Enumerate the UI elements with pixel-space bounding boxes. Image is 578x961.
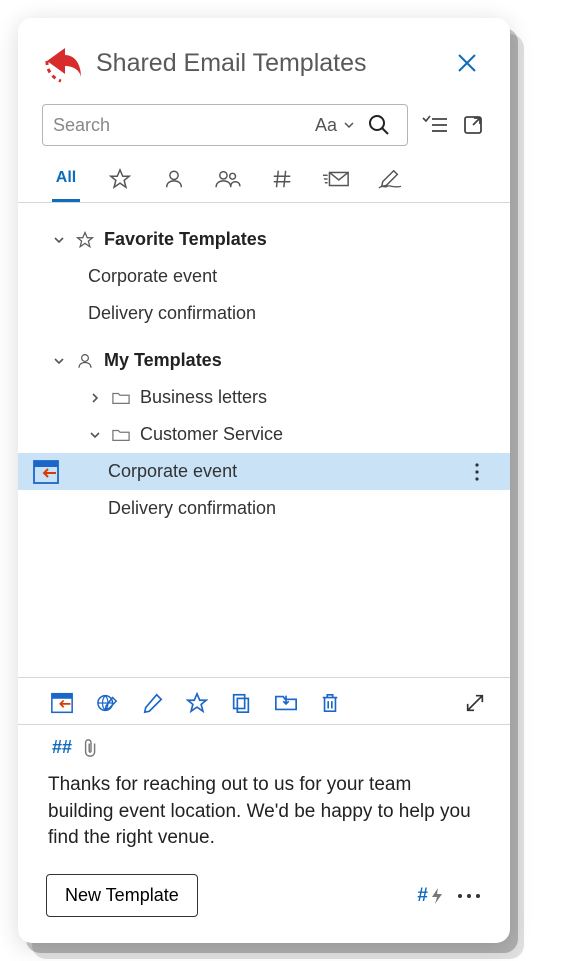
person-icon	[76, 352, 94, 370]
pencil-icon	[142, 692, 164, 714]
person-icon	[163, 168, 185, 190]
hash-icon	[271, 168, 293, 190]
chevron-right-icon	[88, 392, 102, 404]
case-toggle-label: Aa	[315, 115, 337, 136]
folder-row[interactable]: Business letters	[18, 379, 510, 416]
tab-team[interactable]	[214, 168, 242, 202]
search-input[interactable]	[53, 115, 309, 136]
template-item-selected[interactable]: Corporate event	[18, 453, 510, 490]
template-item-label: Delivery confirmation	[108, 498, 276, 519]
panel: Shared Email Templates Aa	[18, 18, 510, 943]
template-item-label: Corporate event	[108, 461, 237, 482]
template-preview-text: Thanks for reaching out to us for your t…	[18, 766, 510, 870]
chevron-down-icon	[52, 355, 66, 367]
chevron-down-icon	[88, 429, 102, 441]
paperclip-icon	[82, 738, 100, 758]
star-icon	[186, 692, 208, 714]
close-button[interactable]	[450, 46, 484, 80]
move-button[interactable]	[274, 692, 298, 714]
tab-favorites[interactable]	[106, 168, 134, 202]
copy-button[interactable]	[230, 692, 252, 714]
more-vertical-icon	[474, 462, 480, 482]
template-meta: ##	[18, 725, 510, 766]
people-icon	[214, 168, 242, 190]
copy-icon	[230, 692, 252, 714]
insert-template-button[interactable]	[50, 692, 74, 714]
search-box: Aa	[42, 104, 408, 146]
edit-html-button[interactable]	[96, 692, 120, 714]
search-row: Aa	[18, 94, 510, 152]
templates-tree: Favorite Templates Corporate event Deliv…	[18, 203, 510, 673]
tab-signatures[interactable]	[376, 168, 404, 202]
header: Shared Email Templates	[18, 18, 510, 94]
favorite-item-label: Delivery confirmation	[88, 303, 256, 324]
new-template-button[interactable]: New Template	[46, 874, 198, 917]
favorite-item[interactable]: Delivery confirmation	[18, 295, 510, 332]
attachment-indicator[interactable]	[82, 738, 100, 758]
filter-tabs: All	[18, 152, 510, 203]
app-title: Shared Email Templates	[96, 49, 450, 78]
template-item[interactable]: Delivery confirmation	[18, 490, 510, 527]
popout-icon	[462, 114, 484, 136]
insert-icon	[32, 459, 60, 485]
folder-icon	[112, 390, 130, 406]
folder-icon	[112, 427, 130, 443]
edit-button[interactable]	[142, 692, 164, 714]
checklist-icon	[422, 114, 448, 136]
tab-all[interactable]: All	[52, 169, 80, 202]
search-button[interactable]	[361, 113, 397, 137]
delete-button[interactable]	[320, 692, 340, 714]
star-icon	[109, 168, 131, 190]
star-icon	[76, 231, 94, 249]
item-more-button[interactable]	[474, 462, 490, 482]
favorite-item-label: Corporate event	[88, 266, 217, 287]
mail-icon	[322, 168, 350, 190]
search-icon	[367, 113, 391, 137]
move-to-folder-icon	[274, 692, 298, 714]
folder-label: Customer Service	[140, 424, 283, 445]
hash-indicator[interactable]: ##	[52, 737, 72, 758]
tab-personal[interactable]	[160, 168, 188, 202]
trash-icon	[320, 692, 340, 714]
my-templates-header[interactable]: My Templates	[18, 342, 510, 379]
case-toggle[interactable]: Aa	[309, 115, 361, 136]
chevron-down-icon	[52, 234, 66, 246]
favorites-header[interactable]: Favorite Templates	[18, 221, 510, 258]
globe-edit-icon	[96, 692, 120, 714]
chevron-down-icon	[343, 119, 355, 131]
tab-shortcuts[interactable]	[268, 168, 296, 202]
my-templates-title: My Templates	[104, 350, 222, 371]
bolt-icon	[430, 887, 444, 905]
folder-label: Business letters	[140, 387, 267, 408]
favorite-button[interactable]	[186, 692, 208, 714]
quick-shortcut-button[interactable]: #	[417, 885, 444, 907]
my-templates-section: My Templates Business letters Customer S…	[18, 338, 510, 533]
expand-icon	[464, 692, 486, 714]
footer-more-button[interactable]	[456, 892, 482, 900]
footer: New Template #	[18, 870, 510, 943]
reply-logo-icon	[40, 40, 86, 86]
expand-button[interactable]	[464, 692, 486, 714]
insert-icon	[50, 692, 74, 714]
template-actions	[18, 678, 510, 725]
more-icon	[456, 892, 482, 900]
favorites-section: Favorite Templates Corporate event Deliv…	[18, 217, 510, 338]
checklist-button[interactable]	[422, 114, 448, 136]
tab-mail[interactable]	[322, 168, 350, 202]
signature-icon	[377, 168, 403, 190]
favorites-title: Favorite Templates	[104, 229, 267, 250]
favorite-item[interactable]: Corporate event	[18, 258, 510, 295]
folder-row[interactable]: Customer Service	[18, 416, 510, 453]
popout-button[interactable]	[462, 114, 484, 136]
close-icon	[456, 52, 478, 74]
